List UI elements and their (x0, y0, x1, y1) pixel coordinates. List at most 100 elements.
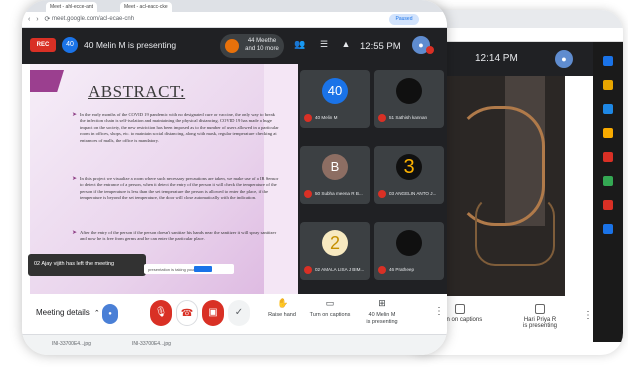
presenting-name: 40 Melin M (368, 312, 396, 318)
paragraph-text: After the entry of the person if the per… (80, 230, 277, 242)
presenter-avatar: 40 (62, 37, 78, 53)
participant-avatar: B (322, 154, 348, 180)
second-clock: 12:14 PM (475, 53, 518, 64)
presenting-status: is presenting (366, 319, 398, 325)
download-item[interactable]: INI-33700E4...jpg (132, 341, 171, 347)
present-now-button[interactable]: ✓ (228, 300, 250, 326)
meeting-details-button[interactable]: Meeting details ⌃ (36, 308, 100, 317)
activities-icon[interactable]: ▲ (340, 39, 352, 51)
mic-off-icon (304, 190, 312, 198)
participant-avatar (396, 78, 422, 104)
taskbar-icon[interactable] (603, 152, 613, 162)
mic-off-icon (304, 266, 312, 274)
participant-tile[interactable]: 46 Pratheep (374, 222, 444, 280)
presenting-status: is presenting (522, 323, 558, 329)
bullet-icon: ➤ (72, 230, 78, 236)
participant-name: 51 Sathish kannan (389, 115, 428, 120)
presenting-button[interactable]: ⊞ 40 Melin M is presenting (352, 296, 412, 326)
notification-dot (426, 46, 434, 54)
mic-off-icon (378, 114, 386, 122)
participants-label: 44 Meethe and 10 more (242, 37, 282, 53)
present-icon (535, 304, 545, 314)
second-presenting-button[interactable]: Hari Priya R is presenting (505, 304, 575, 329)
camera-feed (445, 76, 565, 296)
participant-tile[interactable]: B 50 Subha meena R B... (300, 146, 370, 204)
participant-avatar: 40 (322, 78, 348, 104)
paragraph-text: In this project we visualize a room wher… (80, 176, 279, 201)
taskbar-icon[interactable] (603, 80, 613, 90)
downloads-bar: INI-33700E4...jpg INI-33700E4...jpg (22, 334, 447, 355)
meet-control-bar: Meeting details ⌃ ● 🎙 ☎ ▣ ✓ ✋ Raise hand … (22, 294, 447, 334)
participant-name: 03 ANGELIN ANTO J... (389, 191, 437, 196)
camera-wire (475, 196, 555, 266)
participant-avatar (396, 230, 422, 256)
taskbar-icon[interactable] (603, 128, 613, 138)
paragraph-text: In the early months of the COVID 19 pand… (80, 112, 279, 143)
slide-paragraph: ➤ In this project we visualize a room wh… (72, 176, 280, 202)
more-options-icon[interactable]: ⋮ (434, 306, 444, 317)
people-icon[interactable]: 👥 (294, 39, 306, 51)
hand-icon: ✋ (277, 298, 289, 308)
second-avatar[interactable]: ● (555, 50, 573, 68)
captions-button[interactable]: ▭ Turn on captions (300, 296, 360, 319)
download-item[interactable]: INI-33700E4...jpg (52, 341, 91, 347)
meeting-details-label: Meeting details (36, 308, 90, 317)
slide-title: ABSTRACT: (88, 82, 186, 101)
mic-toggle-button[interactable]: 🎙 (150, 300, 172, 326)
captions-label: Turn on captions (309, 312, 351, 318)
participant-name: 02 AMALA LISA J BIM... (315, 267, 365, 272)
camera-toggle-button[interactable]: ▣ (202, 300, 224, 326)
address-bar[interactable]: ‹ › ⟳ meet.google.com/acl-ecae-cnh Pause… (22, 12, 447, 28)
chrome-icon[interactable] (603, 176, 613, 186)
participant-avatar: 3 (396, 154, 422, 180)
clock: 12:55 PM (360, 41, 401, 52)
bullet-icon: ➤ (72, 176, 78, 182)
browser-tabstrip: Meet - ahl-ecce-ant Meet - acl-eacc-cke (22, 0, 447, 12)
mic-off-icon (304, 114, 312, 122)
participant-name: 50 Subha meena R B... (315, 191, 363, 196)
left-meeting-toast: 02 Ajay vijith has left the meeting (28, 254, 146, 276)
url-text[interactable]: meet.google.com/acl-ecae-cnh (52, 16, 134, 22)
main-screen: Meet - ahl-ecce-ant Meet - acl-eacc-cke … (22, 0, 447, 355)
meet-header: REC 40 40 Melin M is presenting 44 Meeth… (22, 28, 447, 64)
leave-call-button[interactable]: ☎ (176, 300, 198, 326)
participant-tile[interactable]: 40 40 Melin M (300, 70, 370, 128)
bullet-icon: ➤ (72, 112, 78, 118)
participant-grid: 40 40 Melin M 51 Sathish kannan B 50 Sub… (298, 64, 447, 294)
slide-accent-band (30, 70, 64, 92)
recording-badge: REC (30, 38, 56, 52)
slide-paragraph: ➤ In the early months of the COVID 19 pa… (72, 112, 280, 144)
browser-tab[interactable]: Meet - ahl-ecce-ant (46, 2, 98, 12)
participant-avatar (225, 39, 239, 53)
captions-icon: ▭ (325, 298, 335, 308)
taskbar-icon[interactable] (603, 224, 613, 234)
nav-arrows-icon[interactable]: ‹ › ⟳ (28, 15, 52, 23)
mic-off-icon (378, 190, 386, 198)
browser-tab[interactable]: Meet - acl-eacc-cke (120, 2, 172, 12)
windows-taskbar (593, 42, 623, 342)
taskbar-icon[interactable] (603, 104, 613, 114)
profile-chip[interactable]: Paused (389, 14, 419, 25)
taskbar-icon[interactable] (603, 56, 613, 66)
participants-line: and 10 more (245, 46, 279, 52)
slide-paragraph: ➤ After the entry of the person if the p… (72, 230, 280, 243)
notice-button[interactable] (194, 266, 212, 272)
presentation-notice: presentation is taking your screen (144, 264, 234, 274)
participant-tile[interactable]: 2 02 AMALA LISA J BIM... (300, 222, 370, 280)
participants-pill[interactable]: 44 Meethe and 10 more (220, 34, 284, 58)
chat-icon[interactable]: ☰ (318, 39, 330, 51)
participant-tile[interactable]: 3 03 ANGELIN ANTO J... (374, 146, 444, 204)
taskbar-icon[interactable] (603, 200, 613, 210)
more-options-icon[interactable]: ⋮ (583, 310, 593, 321)
mic-off-icon (378, 266, 386, 274)
chevron-up-icon: ⌃ (93, 310, 100, 317)
raise-hand-label: Raise hand (268, 312, 296, 318)
present-icon: ⊞ (378, 298, 386, 308)
participants-line: 44 Meethe (247, 38, 277, 44)
captions-icon (455, 304, 465, 314)
presenting-title: 40 Melin M is presenting (84, 40, 177, 50)
participant-tile[interactable]: 51 Sathish kannan (374, 70, 444, 128)
meet-logo-icon: ● (102, 304, 118, 324)
participant-name: 40 Melin M (315, 115, 338, 120)
photo-of-two-screens: 12:14 PM ● Turn on captions Hari Priya R… (0, 0, 628, 367)
